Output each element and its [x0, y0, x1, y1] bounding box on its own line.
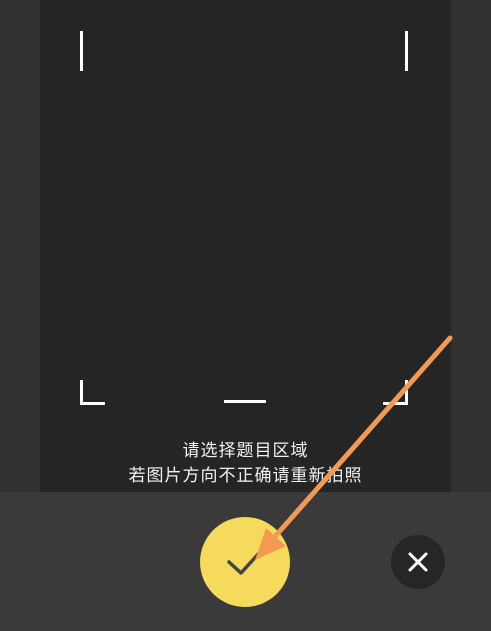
confirm-button[interactable] — [200, 517, 290, 607]
crop-corner-bottom-left-horizontal[interactable] — [80, 402, 105, 405]
crop-corner-top-left[interactable] — [80, 31, 83, 71]
left-margin — [0, 0, 40, 492]
crop-corner-top-right[interactable] — [405, 31, 408, 71]
close-icon — [408, 552, 428, 572]
close-button[interactable] — [391, 535, 445, 589]
hint-retake-photo: 若图片方向不正确请重新拍照 — [128, 466, 363, 486]
check-icon — [227, 549, 263, 575]
crop-edge-handle-bottom[interactable] — [224, 400, 266, 403]
right-margin — [451, 0, 491, 492]
viewfinder[interactable] — [40, 0, 451, 492]
hint-select-region: 请选择题目区域 — [182, 441, 309, 461]
camera-crop-screen: 请选择题目区域 若图片方向不正确请重新拍照 — [0, 0, 491, 631]
crop-corner-bottom-right-horizontal[interactable] — [383, 402, 408, 405]
